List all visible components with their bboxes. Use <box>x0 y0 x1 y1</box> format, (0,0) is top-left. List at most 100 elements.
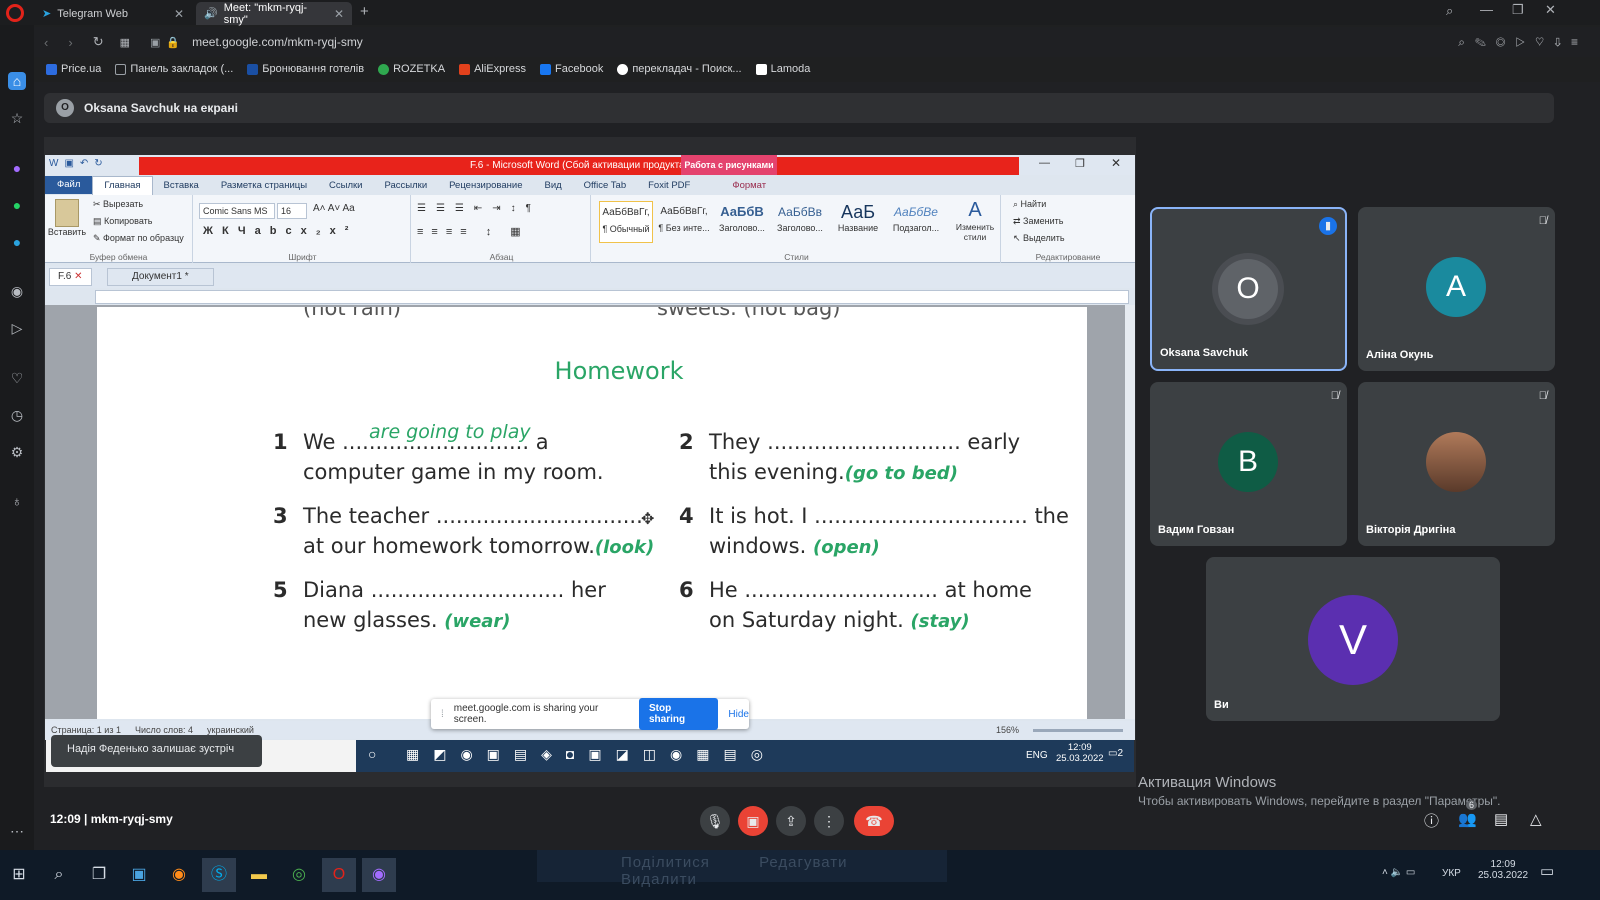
messenger-icon[interactable]: ● <box>8 159 26 177</box>
taskbar-search-icon[interactable]: ⌕ <box>42 858 76 892</box>
tab-file[interactable]: Файл <box>45 176 93 194</box>
doc-tab-document1[interactable]: Документ1 * <box>107 268 214 286</box>
word-restore-button[interactable]: ❐ <box>1075 157 1085 170</box>
quick-access-icons[interactable]: W▣↶↻ <box>49 158 109 169</box>
viber-icon[interactable]: ◉ <box>362 858 396 892</box>
bookmark-item[interactable]: Lamoda <box>755 63 810 75</box>
bookmark-item[interactable]: перекладач - Поиск... <box>617 63 742 75</box>
url-field[interactable]: meet.google.com/mkm-ryqj-smy <box>192 35 363 49</box>
style-normal[interactable]: АаБбВвГг, ¶ Обычный <box>599 201 653 243</box>
close-tab-icon[interactable]: ✕ <box>174 7 184 21</box>
change-styles-button[interactable]: A Изменить стили <box>953 199 997 242</box>
copy-button[interactable]: ▤ Копировать <box>93 216 152 227</box>
tab-layout[interactable]: Разметка страницы <box>210 180 318 191</box>
store-icon[interactable]: ▣ <box>122 858 156 892</box>
os-lang[interactable]: УКР <box>1442 868 1461 879</box>
new-tab-button[interactable]: + <box>360 3 369 20</box>
player-icon[interactable]: ◉ <box>8 282 26 300</box>
forward-icon[interactable]: › <box>68 35 72 50</box>
tab-home[interactable]: Главная <box>92 175 153 195</box>
self-tile[interactable]: V Ви <box>1206 557 1500 721</box>
cut-button[interactable]: ✂ Вырезать <box>93 199 143 210</box>
participant-tile[interactable]: A 🎙̸ Аліна Окунь <box>1358 207 1555 371</box>
toolbar-icons[interactable]: ⌕✎◎▷♡⇩≡ <box>1458 35 1588 50</box>
status-page[interactable]: Страница: 1 из 1 <box>51 725 121 735</box>
camera-icon[interactable]: ▣ <box>150 36 160 49</box>
telegram-icon[interactable]: ● <box>8 233 26 251</box>
tabs-grid-icon[interactable]: ▦ <box>120 36 130 49</box>
bookmark-item[interactable]: AliExpress <box>459 63 526 75</box>
maximize-button[interactable]: ❐ <box>1512 2 1524 18</box>
tray-icons[interactable]: ˄ 🔈 ▭ <box>1382 867 1415 878</box>
lock-icon[interactable]: 🔒 <box>166 36 180 49</box>
style-subtitle[interactable]: АаБбВе Подзагол... <box>889 201 943 243</box>
people-icon[interactable]: 👥 6 <box>1458 800 1478 828</box>
more-icon[interactable]: ⋯ <box>8 822 26 840</box>
tab-review[interactable]: Рецензирование <box>438 180 533 191</box>
tab-references[interactable]: Ссылки <box>318 180 373 191</box>
heart-icon[interactable]: ♡ <box>8 369 26 387</box>
close-window-button[interactable]: ✕ <box>1545 2 1556 18</box>
opera-logo-icon[interactable] <box>6 4 24 22</box>
minimize-button[interactable]: — <box>1480 2 1493 17</box>
font-name-select[interactable]: Comic Sans MS <box>199 203 275 219</box>
doc-tab-f6[interactable]: F.6 ✕ <box>49 268 92 286</box>
participant-tile[interactable]: 🎙̸ Вікторія Дригіна <box>1358 382 1555 546</box>
bookmark-item[interactable]: Price.ua <box>46 63 101 75</box>
participant-tile[interactable]: B 🎙̸ Вадим Говзан <box>1150 382 1347 546</box>
zoom-slider[interactable] <box>1033 728 1123 732</box>
style-heading1[interactable]: АаБбВ Заголово... <box>715 201 769 243</box>
list-buttons[interactable]: ☰☰☰⇤⇥↕¶ <box>417 203 541 214</box>
back-icon[interactable]: ‹ <box>44 35 48 50</box>
present-button[interactable]: ⇪ <box>776 806 806 836</box>
skype-icon[interactable]: Ⓢ <box>202 858 236 892</box>
opera-taskbar-icon[interactable]: O <box>322 858 356 892</box>
whatsapp-icon[interactable]: ● <box>8 196 26 214</box>
mic-button[interactable]: 🎙 <box>700 806 730 836</box>
style-title[interactable]: АаБ Название <box>831 201 885 243</box>
style-no-spacing[interactable]: АаБбВвГг, ¶ Без инте... <box>657 201 711 243</box>
settings-icon[interactable]: ⚙ <box>8 443 26 461</box>
select-button[interactable]: ↖ Выделить <box>1013 233 1065 244</box>
lightbulb-icon[interactable]: ♁ <box>8 492 26 510</box>
tab-mailings[interactable]: Рассылки <box>373 180 438 191</box>
vertical-scrollbar[interactable] <box>1125 305 1135 719</box>
font-size-select[interactable]: 16 <box>277 203 307 219</box>
status-language[interactable]: украинский <box>207 725 254 735</box>
chrome-icon[interactable]: ◎ <box>282 858 316 892</box>
history-icon[interactable]: ◷ <box>8 406 26 424</box>
paste-button[interactable]: Вставить <box>47 227 87 237</box>
windows-start-icon[interactable]: ⊞ <box>2 858 36 892</box>
end-call-button[interactable]: ☎ <box>854 806 894 836</box>
search-tabs-icon[interactable]: ⌕ <box>1446 3 1453 19</box>
file-explorer-icon[interactable]: ▬ <box>242 858 276 892</box>
zoom-level[interactable]: 156% <box>996 725 1019 735</box>
tab-office-tab[interactable]: Office Tab <box>573 180 637 191</box>
close-tab-icon[interactable]: ✕ <box>334 7 344 21</box>
word-close-button[interactable]: ✕ <box>1111 156 1121 170</box>
replace-button[interactable]: ⇄ Заменить <box>1013 216 1064 227</box>
participant-tile[interactable]: O ▮ Oksana Savchuk <box>1150 207 1347 371</box>
firefox-icon[interactable]: ◉ <box>162 858 196 892</box>
bookmark-item[interactable]: ROZETKA <box>378 63 445 75</box>
bookmark-item[interactable]: Бронювання готелів <box>247 63 364 75</box>
activities-icon[interactable]: △ <box>1530 810 1542 828</box>
bookmark-item[interactable]: Панель закладок (... <box>115 63 233 75</box>
tab-format[interactable]: Формат <box>721 180 777 191</box>
stop-sharing-button[interactable]: Stop sharing <box>638 698 719 730</box>
action-center-icon[interactable]: ▭ <box>1540 862 1554 880</box>
font-format-buttons[interactable]: ЖКЧabcх₂х² <box>203 225 357 237</box>
document-page[interactable]: (not rain) sweets. (not bag) Homework 1 … <box>97 307 1087 719</box>
bookmark-item[interactable]: Facebook <box>540 63 603 75</box>
format-painter-button[interactable]: ✎ Формат по образцу <box>93 233 184 244</box>
chat-icon[interactable]: ▤ <box>1494 810 1508 828</box>
more-options-button[interactable]: ⋮ <box>814 806 844 836</box>
status-words[interactable]: Число слов: 4 <box>135 725 193 735</box>
home-icon[interactable]: ⌂ <box>8 72 26 90</box>
drag-handle-icon[interactable]: ⁞ <box>441 709 444 720</box>
task-view-icon[interactable]: ❐ <box>82 858 116 892</box>
os-clock[interactable]: 12:09 25.03.2022 <box>1478 859 1528 881</box>
align-buttons[interactable]: ≡≡≡≡ ↕ ▦ <box>417 225 529 238</box>
camera-off-button[interactable]: ▣ <box>738 806 768 836</box>
hide-banner-button[interactable]: Hide <box>728 709 749 720</box>
